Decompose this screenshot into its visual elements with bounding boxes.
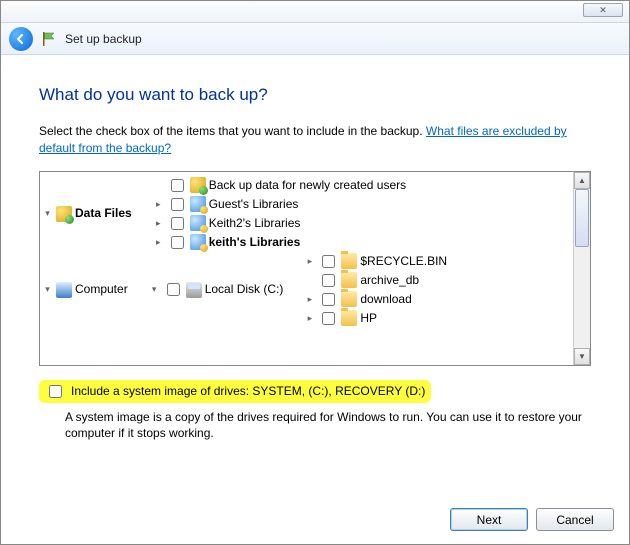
expander-icon[interactable]: ▾: [149, 281, 160, 298]
tree-node-archive[interactable]: ▸ archive_db: [304, 271, 447, 290]
content-area: What do you want to back up? Select the …: [1, 55, 629, 441]
system-image-description: A system image is a copy of the drives r…: [65, 409, 591, 441]
expander-icon[interactable]: ▸: [153, 196, 164, 213]
system-image-row[interactable]: Include a system image of drives: SYSTEM…: [39, 380, 431, 403]
tree-node-guest[interactable]: ▸ Guest's Libraries: [153, 195, 406, 214]
drive-icon: [186, 282, 202, 298]
instruction-body: Select the check box of the items that y…: [39, 124, 426, 138]
expander-icon[interactable]: ▾: [42, 281, 53, 298]
computer-icon: [56, 282, 72, 298]
folder-icon: [341, 310, 357, 326]
tree-label: archive_db: [360, 272, 419, 289]
breadcrumb-title: Set up backup: [65, 32, 142, 46]
expander-icon[interactable]: ▸: [304, 310, 315, 327]
tree-label: Guest's Libraries: [209, 196, 299, 213]
users-icon: [56, 206, 72, 222]
checkbox-keith[interactable]: [171, 236, 184, 249]
person-icon: [190, 234, 206, 250]
folder-icon: [341, 253, 357, 269]
tree-label: download: [360, 291, 411, 308]
tree-node-download[interactable]: ▸ download: [304, 290, 447, 309]
button-row: Next Cancel: [450, 508, 614, 531]
scroll-up-icon[interactable]: ▲: [574, 172, 590, 189]
page-heading: What do you want to back up?: [39, 85, 591, 105]
tree-label: Computer: [75, 281, 128, 298]
checkbox-new-users[interactable]: [171, 179, 184, 192]
expander-icon[interactable]: ▸: [153, 215, 164, 232]
expander-icon[interactable]: ▾: [42, 205, 53, 222]
close-button[interactable]: ✕: [583, 3, 623, 17]
users-icon: [190, 177, 206, 193]
person-icon: [190, 196, 206, 212]
tree-node-keith2[interactable]: ▸ Keith2's Libraries: [153, 214, 406, 233]
titlebar: ✕: [1, 1, 629, 23]
vertical-scrollbar[interactable]: ▲ ▼: [573, 172, 590, 365]
scroll-down-icon[interactable]: ▼: [574, 348, 590, 365]
tree-label: $RECYCLE.BIN: [360, 253, 447, 270]
tree-node-local-disk[interactable]: ▾ Local Disk (C:) ▸ $RECYCLE.: [149, 252, 447, 328]
person-icon: [190, 215, 206, 231]
tree-label: HP: [360, 310, 377, 327]
next-button[interactable]: Next: [450, 508, 528, 531]
checkbox-hp[interactable]: [322, 312, 335, 325]
backup-items-tree: ▾ Data Files ▸ Back up data for newly cr…: [39, 171, 591, 366]
breadcrumb: Set up backup: [1, 23, 629, 55]
tree-node-keith[interactable]: ▸ keith's Libraries: [153, 233, 406, 252]
tree-node-new-users[interactable]: ▸ Back up data for newly created users: [153, 176, 406, 195]
expander-icon[interactable]: ▸: [304, 291, 315, 308]
expander-icon[interactable]: ▸: [304, 253, 315, 270]
checkbox-download[interactable]: [322, 293, 335, 306]
tree-label: Local Disk (C:): [205, 281, 284, 298]
arrow-left-icon: [15, 33, 27, 45]
cancel-button[interactable]: Cancel: [536, 508, 614, 531]
expander-icon[interactable]: ▸: [153, 234, 164, 251]
instruction-text: Select the check box of the items that y…: [39, 123, 591, 157]
tree-label: Data Files: [75, 205, 132, 222]
tree-label: keith's Libraries: [209, 234, 301, 251]
checkbox-recycle[interactable]: [322, 255, 335, 268]
tree-node-computer[interactable]: ▾ Computer ▾ Local Disk (C:): [42, 252, 571, 328]
scroll-track[interactable]: [574, 189, 590, 348]
tree-label: Back up data for newly created users: [209, 177, 406, 194]
tree-viewport: ▾ Data Files ▸ Back up data for newly cr…: [40, 172, 573, 365]
checkbox-system-image[interactable]: [49, 385, 62, 398]
tree-node-hp[interactable]: ▸ HP: [304, 309, 447, 328]
close-icon: ✕: [599, 5, 607, 16]
checkbox-local-disk[interactable]: [167, 283, 180, 296]
scroll-thumb[interactable]: [575, 189, 589, 247]
checkbox-keith2[interactable]: [171, 217, 184, 230]
folder-icon: [341, 291, 357, 307]
tree-node-recycle[interactable]: ▸ $RECYCLE.BIN: [304, 252, 447, 271]
flag-icon: [41, 31, 57, 47]
folder-icon: [341, 272, 357, 288]
back-button[interactable]: [9, 27, 33, 51]
checkbox-guest[interactable]: [171, 198, 184, 211]
checkbox-archive[interactable]: [322, 274, 335, 287]
tree-label: Keith2's Libraries: [209, 215, 301, 232]
system-image-label: Include a system image of drives: SYSTEM…: [71, 384, 425, 398]
tree-node-data-files[interactable]: ▾ Data Files ▸ Back up data for newly cr…: [42, 176, 571, 252]
